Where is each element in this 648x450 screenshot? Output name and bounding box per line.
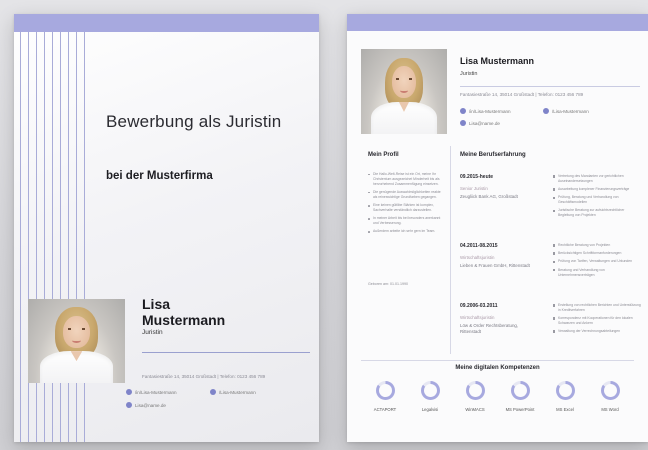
skill-label: MS Excel <box>556 407 574 412</box>
skill-ring <box>375 381 395 400</box>
skill-label: Legalvisi <box>421 407 439 412</box>
list-item: Rechtliche Beratung von Projekten <box>553 243 641 248</box>
birth-date: Geboren am: 01.01.1990 <box>368 282 408 286</box>
contact-email[interactable]: Lisa@name.de <box>126 402 166 408</box>
skill-label: ACTAPORT <box>373 407 397 412</box>
list-item: Beratung und Verhandlung von Unternehmen… <box>553 268 641 278</box>
cv-portrait-photo <box>361 49 447 134</box>
job-date: 09.2006-03.2011 <box>460 303 498 309</box>
cover-role: Juristin <box>142 329 163 336</box>
job-date: 09.2015-heute <box>460 174 494 180</box>
job-duties: Vertretung des Mandanten vor gerichtlich… <box>553 174 641 222</box>
cover-address: Fantasiestraße 14, 35014 Großstadt | Tel… <box>142 374 266 379</box>
cover-subtitle: bei der Musterfirma <box>106 170 213 182</box>
skill-ring <box>465 381 485 400</box>
list-item: Prüfung von Tarifen, Verwaltungen und Ur… <box>553 259 641 264</box>
linkedin-icon <box>126 389 132 395</box>
cv-page: Lisa Mustermann Juristin Fantasiestraße … <box>347 14 648 442</box>
cv-name: Lisa Mustermann <box>460 56 535 66</box>
linkedin-icon <box>460 108 466 114</box>
cv-contact-linkedin[interactable]: /in/Lisa-Mustermann <box>460 108 511 114</box>
skill-label: MS PowerPoint <box>505 407 535 412</box>
job-company: Löw & Order Rechtsberatung, Rittenstadt <box>460 323 519 334</box>
cv-contact-email[interactable]: Lisa@name.de <box>460 120 500 126</box>
cover-accent-bar <box>14 14 319 32</box>
list-item: Erstellung von rechtlichen Berichten und… <box>553 303 641 313</box>
skills-heading: Meine digitalen Kompetenzen <box>347 356 648 374</box>
skill-item: ACTAPORT <box>363 381 407 412</box>
skill-label: MS Word <box>601 407 619 412</box>
mail-icon <box>126 402 132 408</box>
skill-ring <box>600 381 620 400</box>
list-item: Ausarbeitung komplexer Finanzierungsvert… <box>553 187 641 192</box>
cv-accent-bar <box>347 14 648 31</box>
skill-item: Legalvisi <box>408 381 452 412</box>
job-title: Wirtschaftsjuristin <box>460 315 495 320</box>
xing-icon <box>210 389 216 395</box>
job-date: 04.2011-08.2015 <box>460 243 498 249</box>
job-company: Zeugliick Bank AG, Großstadt <box>460 194 518 199</box>
cover-name: Lisa Mustermann <box>142 296 225 328</box>
profile-heading: Mein Profil <box>368 152 399 158</box>
skill-label: WinMACS <box>465 407 485 412</box>
experience-heading: Meine Berufserfahrung <box>460 152 526 158</box>
list-item: Die genügende Auswahlmöglichkeiten reakt… <box>368 190 442 200</box>
list-item: In meiner Arbeit bis bei besonders anerk… <box>368 216 442 226</box>
contact-linkedin[interactable]: /in/Lisa-Mustermann <box>126 389 177 395</box>
list-item: Verwaltung der Verrechnungsabteilungen <box>553 329 641 334</box>
job-duties: Rechtliche Beratung von Projekten Berück… <box>553 243 641 281</box>
job-title: Wirtschaftsjuristin <box>460 255 495 260</box>
cover-first-name: Lisa <box>142 296 171 312</box>
list-item: Juristische Beratung zur aufsichtsrechtl… <box>553 208 641 218</box>
mail-icon <box>460 120 466 126</box>
skill-ring <box>420 381 440 400</box>
job-title: Senior Juristin <box>460 186 488 191</box>
cover-title: Bewerbung als Juristin <box>106 112 282 131</box>
skill-item: MS PowerPoint <box>498 381 542 412</box>
list-item: Vertretung des Mandanten vor gerichtlich… <box>553 174 641 184</box>
contact-xing[interactable]: /Lisa-Mustermann <box>210 389 256 395</box>
xing-icon <box>543 108 549 114</box>
list-item: Die Hallo-Welt-Reise ist ein Ort, meine … <box>368 172 442 187</box>
cv-contact-xing[interactable]: /Lisa-Mustermann <box>543 108 589 114</box>
divider <box>460 86 640 87</box>
skill-ring <box>510 381 530 400</box>
skill-item: WinMACS <box>453 381 497 412</box>
cover-last-name: Mustermann <box>142 312 226 328</box>
job-company: Lieben & Frauen GmbH, Rittenstadt <box>460 263 530 268</box>
list-item: Prüfung, Beratung und Verhandlung von Ge… <box>553 195 641 205</box>
list-item: Berücksichtigen Schriftformanforderungen <box>553 251 641 256</box>
list-item: Außerdem arbeite ich sehr gern im Team. <box>368 229 442 234</box>
cover-page: Bewerbung als Juristin bei der Musterfir… <box>14 14 319 442</box>
cv-address: Fantasiestraße 14, 35014 Großstadt | Tel… <box>460 92 584 97</box>
job-duties: Erstellung von rechtlichen Berichten und… <box>553 303 641 337</box>
skill-item: MS Excel <box>543 381 587 412</box>
divider <box>142 352 310 353</box>
column-divider <box>450 146 451 354</box>
skill-ring <box>555 381 575 400</box>
cv-role: Juristin <box>460 71 478 77</box>
profile-list: Die Hallo-Welt-Reise ist ein Ort, meine … <box>368 172 442 238</box>
skill-item: MS Word <box>588 381 632 412</box>
list-item: Korrespondenz mit Kooperationen für den … <box>553 316 641 326</box>
list-item: Eine keinen gültlibe Stärken ist komplex… <box>368 203 442 213</box>
portrait-photo <box>28 299 125 383</box>
